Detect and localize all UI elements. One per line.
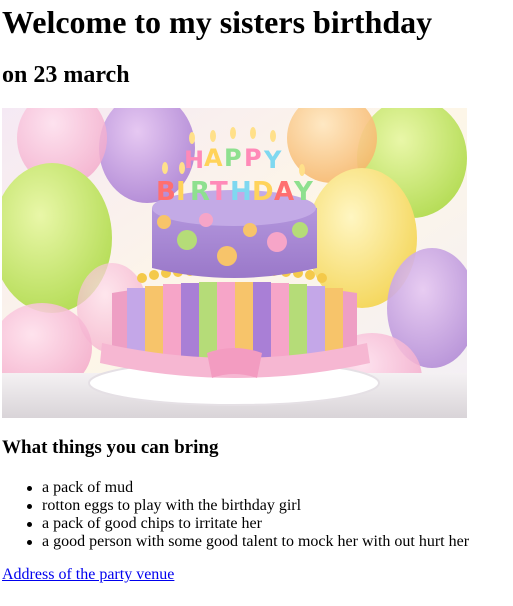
svg-text:Y: Y [263,146,282,174]
svg-text:R: R [190,177,210,207]
party-date: on 23 march [2,62,130,88]
list-item: rotton eggs to play with the birthday gi… [24,497,469,515]
list-item-text: a good person with some good talent to m… [42,533,470,550]
bullet-icon [27,504,32,509]
svg-text:H: H [184,146,204,174]
svg-text:P: P [224,144,242,172]
list-item: a pack of good chips to irritate her [24,515,469,533]
svg-text:I: I [176,177,186,207]
list-item-text: rotton eggs to play with the birthday gi… [42,497,302,514]
svg-text:P: P [244,144,262,172]
list-item: a pack of mud [24,479,469,497]
list-item: a good person with some good talent to m… [24,533,469,551]
svg-text:A: A [204,144,223,172]
list-item-text: a pack of mud [42,479,134,496]
party-venue-link[interactable]: Address of the party venue [2,566,174,584]
bullet-icon [27,522,32,527]
bring-list-heading: What things you can bring [2,437,219,458]
svg-text:H: H [230,177,252,207]
birthday-cake-image: H A P P Y B I R T H D A Y [2,108,467,418]
svg-text:A: A [274,177,294,207]
svg-text:B: B [156,177,176,207]
svg-text:D: D [252,177,274,207]
svg-text:T: T [210,177,228,207]
list-item-text: a pack of good chips to irritate her [42,515,262,532]
bullet-icon [27,540,32,545]
bring-list: a pack of mud rotton eggs to play with t… [24,479,469,551]
bullet-icon [27,486,32,491]
svg-text:Y: Y [293,177,314,207]
page-title: Welcome to my sisters birthday [2,4,433,40]
